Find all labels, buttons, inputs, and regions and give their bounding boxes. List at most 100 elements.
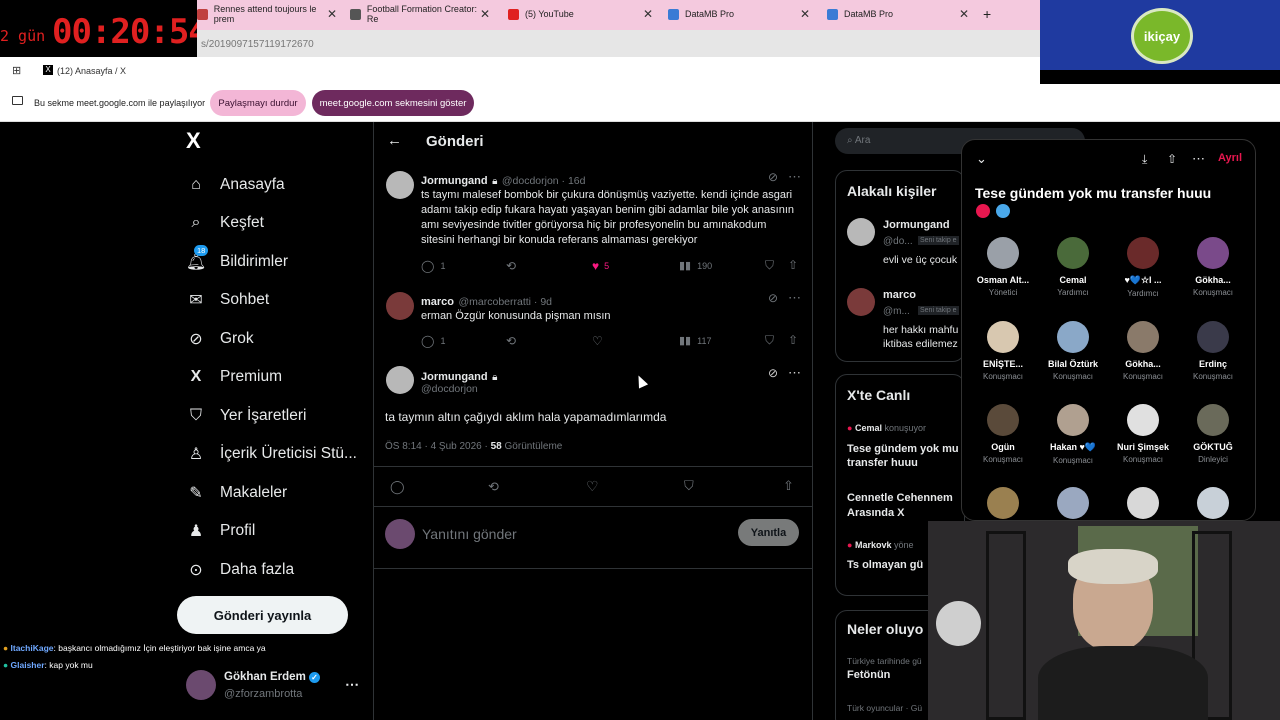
close-icon[interactable]: ✕ [643, 7, 653, 21]
more-icon[interactable]: ⋯ [788, 169, 801, 185]
share-icon[interactable]: ⇧ [788, 333, 798, 347]
close-icon[interactable]: ✕ [480, 7, 490, 21]
heart-icon[interactable]: ♡ [592, 334, 603, 348]
participant[interactable]: Nuri Şimşek Konuşmacı [1108, 404, 1178, 464]
bookmark-x[interactable]: (12) Anasayfa / X [57, 66, 126, 76]
grok-icon[interactable]: ⊘ [768, 170, 778, 184]
avatar[interactable] [386, 171, 414, 199]
avatar[interactable] [386, 292, 414, 320]
avatar[interactable] [847, 218, 875, 246]
participant-role: Yardımcı [1057, 288, 1089, 297]
back-arrow-icon[interactable]: ← [387, 132, 402, 149]
x-logo-icon[interactable]: X [186, 128, 201, 154]
close-icon[interactable]: ✕ [959, 7, 969, 21]
close-icon[interactable]: ✕ [800, 7, 810, 21]
live-item-title[interactable]: Cennetle Cehennem Arasında X [847, 491, 965, 521]
reply-button[interactable]: ◯ 1 [421, 334, 445, 348]
browser-tab[interactable]: (5) YouTube ✕ [508, 0, 653, 28]
nav-creator-studio[interactable]: ♙ İçerik Üreticisi Stü... [186, 439, 357, 469]
bookmark-icon[interactable]: ⛉ [765, 333, 774, 348]
leave-button[interactable]: Ayrıl [1218, 152, 1242, 164]
grok-icon[interactable]: ⊘ [768, 291, 778, 305]
nav-premium[interactable]: X Premium [186, 362, 282, 392]
more-icon[interactable]: ⋯ [1192, 151, 1205, 167]
browser-tab[interactable]: DataMB Pro ✕ [827, 0, 969, 28]
share-icon[interactable]: ⇧ [783, 478, 794, 494]
related-name[interactable]: marco [883, 289, 916, 301]
apps-grid-icon[interactable]: ⊞ [12, 64, 21, 77]
retweet-icon[interactable]: ⟲ [488, 479, 499, 495]
avatar [1197, 404, 1229, 436]
bookmark-icon[interactable]: ⛉ [765, 258, 774, 273]
bookmark-icon[interactable]: ⛉ [684, 478, 694, 494]
participant-role: Konuşmacı [1052, 456, 1094, 465]
nav-profile[interactable]: ♟ Profil [186, 516, 256, 546]
participant[interactable]: GÖKTUĞ Dinleyici [1178, 404, 1248, 464]
participant[interactable]: Erdinç Konuşmacı [1178, 321, 1248, 381]
browser-tab[interactable]: DataMB Pro ✕ [668, 0, 810, 28]
views-button[interactable]: ▮▮ 117 [679, 334, 711, 347]
retweet-icon[interactable]: ⟲ [506, 259, 516, 273]
views-button[interactable]: ▮▮ 190 [679, 259, 712, 272]
participant[interactable]: Cemal Yardımcı [1038, 237, 1108, 297]
nav-explore[interactable]: ⌕ Keşfet [186, 208, 264, 238]
participant[interactable]: Hakan ♥💙 Konuşmacı [1038, 404, 1108, 465]
participant[interactable] [1178, 487, 1248, 519]
show-tab-button[interactable]: meet.google.com sekmesini göster [312, 90, 474, 116]
nav-bookmarks[interactable]: ⛉ Yer İşaretleri [186, 401, 306, 431]
minimize-icon[interactable]: ⤓ [1142, 152, 1147, 167]
close-icon[interactable]: ✕ [327, 7, 337, 21]
nav-articles[interactable]: ✎ Makaleler [186, 478, 287, 508]
timer-days: 2 gün [0, 27, 46, 45]
chevron-down-icon[interactable]: ⌄ [976, 151, 987, 167]
grok-icon[interactable]: ⊘ [768, 366, 778, 380]
nav-home[interactable]: ⌂ Anasayfa [186, 170, 284, 200]
nav-more[interactable]: ⊙ Daha fazla [186, 555, 294, 585]
like-button[interactable]: ♥ 5 [592, 259, 609, 273]
bookmark-icon: ⛉ [189, 407, 202, 424]
avatar[interactable] [386, 366, 414, 394]
browser-tab[interactable]: Football Formation Creator: Re ✕ [350, 0, 490, 28]
new-tab-button[interactable]: + [983, 0, 1003, 28]
participant[interactable]: Ogün Konuşmacı [968, 404, 1038, 464]
participant[interactable]: Bilal Öztürk Konuşmacı [1038, 321, 1108, 381]
participant[interactable]: ENİŞTE... Konuşmacı [968, 321, 1038, 381]
reply-icon[interactable]: ◯ [390, 479, 405, 495]
lock-icon: 🔒︎ [492, 176, 498, 187]
browser-tab[interactable]: Rennes attend toujours le prem ✕ [197, 0, 337, 28]
participant[interactable] [1038, 487, 1108, 519]
heart-icon[interactable]: ♡ [586, 478, 599, 495]
related-name[interactable]: Jormungand [883, 219, 950, 231]
participant[interactable] [968, 487, 1038, 519]
participant[interactable]: ♥💙☆I ... Yardımcı [1108, 237, 1178, 298]
address-bar[interactable]: s/2019097157119172670 [197, 30, 1040, 57]
share-icon[interactable]: ⇧ [788, 258, 798, 272]
nav-notifications[interactable]: 🔔︎ 18 Bildirimler [186, 245, 288, 277]
more-icon[interactable]: ⋯ [788, 365, 801, 381]
nav-messages[interactable]: ✉ Sohbet [186, 285, 269, 315]
reply-button[interactable]: ◯ 1 [421, 259, 445, 273]
reply-submit-button[interactable]: Yanıtla [738, 519, 799, 546]
participant[interactable]: Gökha... Konuşmacı [1108, 321, 1178, 381]
live-item-title[interactable]: Ts olmayan gü [847, 559, 923, 571]
article-icon: ✎ [189, 485, 203, 502]
live-space-title[interactable]: Tese gündem yok mu transfer huuu [847, 442, 965, 470]
avatar[interactable] [847, 288, 875, 316]
nav-grok[interactable]: ⊘ Grok [186, 324, 253, 354]
participant[interactable]: Gökha... Konuşmacı [1178, 237, 1248, 297]
post-button[interactable]: Gönderi yayınla [177, 596, 348, 634]
reply-input[interactable]: Yanıtını gönder [422, 526, 517, 542]
stop-sharing-button[interactable]: Paylaşmayı durdur [210, 90, 306, 116]
tweet-author[interactable]: marco [421, 296, 454, 308]
account-menu-icon[interactable]: ⋯ [345, 676, 359, 693]
participant[interactable] [1108, 487, 1178, 519]
more-icon[interactable]: ⋯ [788, 290, 801, 306]
account-name[interactable]: Gökhan Erdem ✓ [224, 671, 321, 683]
retweet-icon[interactable]: ⟲ [506, 334, 516, 348]
participant[interactable]: Osman Alt... Yönetici [968, 237, 1038, 297]
home-icon: ⌂ [191, 176, 201, 193]
account-avatar[interactable] [186, 670, 216, 700]
share-icon[interactable]: ⇧ [1167, 152, 1177, 166]
trend-title[interactable]: Fetönün [847, 669, 890, 681]
tweet-author[interactable]: Jormungand [421, 175, 488, 187]
